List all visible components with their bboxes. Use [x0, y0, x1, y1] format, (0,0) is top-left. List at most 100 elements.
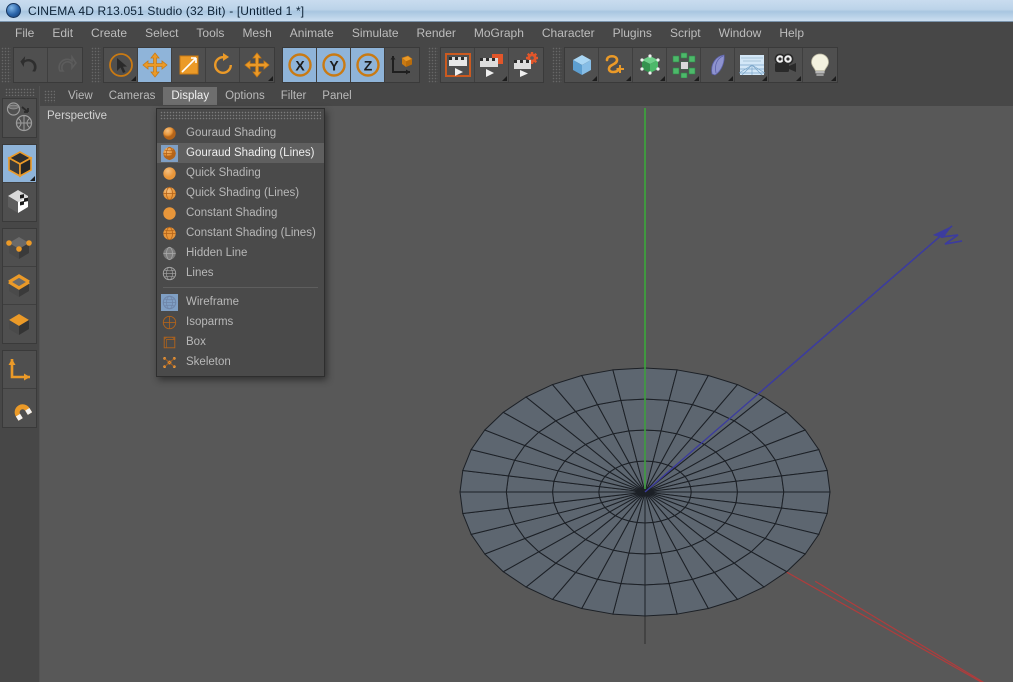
spline-pen-button[interactable]	[599, 48, 633, 82]
menubar-item-create[interactable]: Create	[82, 24, 136, 42]
dropdown-corner-icon[interactable]	[694, 76, 699, 81]
lock-x-axis-button[interactable]: X	[283, 48, 317, 82]
dropdown-corner-icon[interactable]	[762, 76, 767, 81]
viewport-menu-cameras[interactable]: Cameras	[101, 87, 164, 105]
dropdown-corner-icon[interactable]	[502, 76, 507, 81]
menu-grip-icon[interactable]	[44, 89, 55, 103]
display-dropdown-menu[interactable]: Gouraud Shading Gouraud Shading (Lines) Qu…	[156, 108, 325, 377]
scene-floor-button[interactable]	[735, 48, 769, 82]
display-menu-item-wireframe[interactable]: Wireframe	[157, 292, 324, 312]
edges-mode-button[interactable]	[3, 267, 36, 305]
nurbs-generator-icon	[637, 52, 663, 78]
dropdown-corner-icon[interactable]	[660, 76, 665, 81]
viewport-menu-display[interactable]: Display	[163, 87, 218, 105]
model-mode-icon	[5, 149, 35, 179]
display-menu-item-constant-shading[interactable]: Constant Shading	[157, 203, 324, 223]
toolbar-grip-icon[interactable]	[91, 47, 101, 83]
menubar-item-mograph[interactable]: MoGraph	[465, 24, 533, 42]
menubar-item-script[interactable]: Script	[661, 24, 710, 42]
viewport-menubar: View Cameras Display Options Filter Panel	[40, 86, 1013, 106]
menubar-item-simulate[interactable]: Simulate	[343, 24, 408, 42]
move-tool-button[interactable]	[138, 48, 172, 82]
enable-snap-magnet-button[interactable]	[3, 389, 36, 427]
dropdown-corner-icon[interactable]	[626, 76, 631, 81]
toolbar-grip-icon[interactable]	[428, 47, 438, 83]
display-menu-item-label: Lines	[186, 267, 214, 279]
toolbar-grip-icon[interactable]	[1, 47, 11, 83]
display-menu-item-label: Hidden Line	[186, 247, 248, 259]
dropdown-corner-icon[interactable]	[592, 76, 597, 81]
model-mode-button[interactable]	[3, 145, 36, 183]
display-menu-item-box[interactable]: Box	[157, 332, 324, 352]
render-settings-button[interactable]	[509, 48, 543, 82]
window-titlebar: CINEMA 4D R13.051 Studio (32 Bit) - [Unt…	[0, 0, 1013, 22]
cinema4d-logo-icon	[6, 3, 21, 18]
left-palette-grip-icon[interactable]	[4, 88, 35, 96]
menubar-item-edit[interactable]: Edit	[43, 24, 82, 42]
lock-y-axis-button[interactable]: Y	[317, 48, 351, 82]
menubar-item-character[interactable]: Character	[533, 24, 604, 42]
menubar-item-tools[interactable]: Tools	[187, 24, 233, 42]
dropdown-corner-icon[interactable]	[728, 76, 733, 81]
dropdown-corner-icon[interactable]	[268, 76, 273, 81]
scale-tool-button[interactable]	[172, 48, 206, 82]
display-menu-item-skeleton[interactable]: Skeleton	[157, 352, 324, 372]
display-menu-item-constant-shading-lines[interactable]: Constant Shading (Lines)	[157, 223, 324, 243]
display-menu-item-hidden-line[interactable]: Hidden Line	[157, 243, 324, 263]
dropdown-corner-icon[interactable]	[831, 76, 836, 81]
dropdown-corner-icon[interactable]	[30, 176, 35, 181]
display-menu-item-lines[interactable]: Lines	[157, 263, 324, 283]
left-palette-group-convert	[2, 98, 37, 138]
viewport-menu-filter[interactable]: Filter	[273, 87, 315, 105]
display-menu-item-quick-shading[interactable]: Quick Shading	[157, 163, 324, 183]
move-axis-button[interactable]	[240, 48, 274, 82]
lock-y-axis-icon: Y	[321, 52, 347, 78]
undo-button[interactable]	[14, 48, 48, 82]
toolbar-group-transform-tools	[103, 47, 275, 83]
deformer-bend-button[interactable]	[701, 48, 735, 82]
array-modeling-button[interactable]	[667, 48, 701, 82]
points-mode-button[interactable]	[3, 229, 36, 267]
menubar-item-select[interactable]: Select	[136, 24, 187, 42]
viewport-menu-view[interactable]: View	[60, 87, 101, 105]
quick-shading-icon	[161, 165, 178, 182]
world-object-coordinates-button[interactable]	[385, 48, 419, 82]
render-to-picture-viewer-button[interactable]	[475, 48, 509, 82]
display-menu-item-gouraud-shading-lines[interactable]: Gouraud Shading (Lines)	[157, 143, 324, 163]
display-menu-item-label: Box	[186, 336, 206, 348]
nurbs-generator-button[interactable]	[633, 48, 667, 82]
display-menu-item-isoparms[interactable]: Isoparms	[157, 312, 324, 332]
menubar-item-mesh[interactable]: Mesh	[233, 24, 280, 42]
toolbar-grip-icon[interactable]	[552, 47, 562, 83]
menu-separator	[163, 287, 318, 288]
lock-z-axis-button[interactable]: Z	[351, 48, 385, 82]
menubar-item-animate[interactable]: Animate	[281, 24, 343, 42]
menubar-item-file[interactable]: File	[6, 24, 43, 42]
menubar-item-help[interactable]: Help	[770, 24, 813, 42]
enable-axis-modification-button[interactable]	[3, 351, 36, 389]
light-button[interactable]	[803, 48, 837, 82]
dropdown-corner-icon[interactable]	[796, 76, 801, 81]
render-view-button[interactable]	[441, 48, 475, 82]
deformer-bend-icon	[705, 52, 731, 78]
redo-button[interactable]	[48, 48, 82, 82]
menubar-item-render[interactable]: Render	[408, 24, 465, 42]
make-editable-button[interactable]	[3, 99, 36, 137]
live-selection-button[interactable]	[104, 48, 138, 82]
texture-mode-icon	[5, 187, 35, 217]
viewport-menu-options[interactable]: Options	[217, 87, 273, 105]
menubar-item-plugins[interactable]: Plugins	[604, 24, 661, 42]
tear-off-grip-icon[interactable]	[160, 111, 321, 120]
display-menu-item-gouraud-shading[interactable]: Gouraud Shading	[157, 123, 324, 143]
viewport-menu-panel[interactable]: Panel	[314, 87, 359, 105]
display-menu-item-quick-shading-lines[interactable]: Quick Shading (Lines)	[157, 183, 324, 203]
display-menu-item-label: Skeleton	[186, 356, 231, 368]
dropdown-corner-icon[interactable]	[131, 76, 136, 81]
primitive-cube-button[interactable]	[565, 48, 599, 82]
polygons-mode-button[interactable]	[3, 305, 36, 343]
array-modeling-icon	[671, 52, 697, 78]
rotate-tool-button[interactable]	[206, 48, 240, 82]
menubar-item-window[interactable]: Window	[710, 24, 771, 42]
texture-mode-button[interactable]	[3, 183, 36, 221]
camera-button[interactable]	[769, 48, 803, 82]
